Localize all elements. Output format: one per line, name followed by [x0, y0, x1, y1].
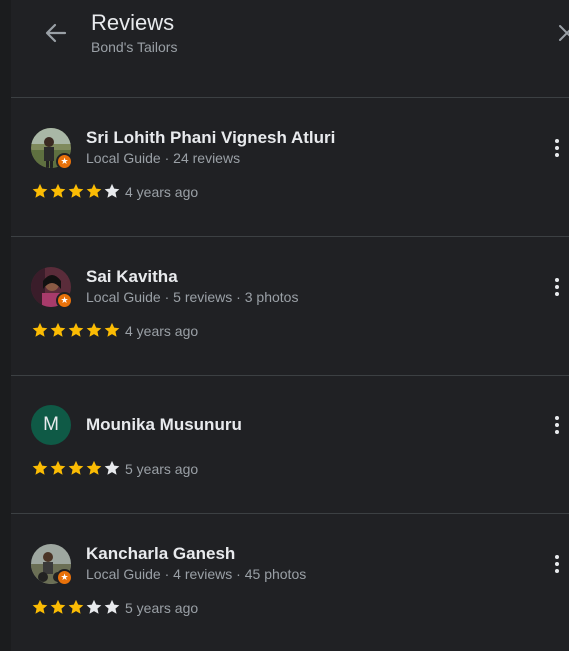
more-options-button[interactable]: [545, 413, 569, 437]
star-filled-icon: [86, 322, 102, 337]
more-options-button[interactable]: [545, 275, 569, 299]
star-filled-icon: [104, 322, 120, 337]
close-icon: [559, 25, 569, 41]
star-filled-icon: [68, 183, 84, 198]
avatar[interactable]: ★: [31, 544, 73, 586]
avatar[interactable]: ★: [31, 267, 73, 309]
review-time: 4 years ago: [125, 184, 199, 200]
page-title: Reviews: [91, 10, 175, 35]
star-empty-icon: [104, 183, 120, 198]
reviewer-meta: Local Guide · 24 reviews: [86, 150, 241, 166]
review-item: ★ Sai Kavitha Local Guide · 5 reviews · …: [11, 237, 569, 376]
review-time: 5 years ago: [125, 600, 199, 616]
star-filled-icon: [86, 183, 102, 198]
close-button[interactable]: [552, 18, 569, 48]
more-options-button[interactable]: [545, 136, 569, 160]
reviewer-name[interactable]: Sai Kavitha: [86, 267, 178, 287]
review-time: 4 years ago: [125, 323, 199, 339]
star-filled-icon: [50, 599, 66, 614]
reviewer-meta: Local Guide · 5 reviews · 3 photos: [86, 289, 299, 305]
avatar[interactable]: M: [31, 405, 71, 445]
star-filled-icon: [86, 460, 102, 475]
left-edge-strip: [0, 0, 11, 651]
local-guide-star-icon: ★: [56, 153, 73, 170]
arrow-left-icon: [45, 23, 67, 43]
star-filled-icon: [68, 599, 84, 614]
review-item: ★ Sri Lohith Phani Vignesh Atluri Local …: [11, 98, 569, 237]
back-button[interactable]: [41, 18, 71, 48]
star-empty-icon: [104, 599, 120, 614]
star-rating: [31, 459, 121, 477]
star-empty-icon: [86, 599, 102, 614]
review-item: M Mounika Musunuru 5 years ago: [11, 375, 569, 514]
reviewer-name[interactable]: Mounika Musunuru: [86, 415, 242, 435]
reviewer-meta: Local Guide · 4 reviews · 45 photos: [86, 566, 307, 582]
reviewer-name[interactable]: Kancharla Ganesh: [86, 544, 235, 564]
star-filled-icon: [32, 599, 48, 614]
star-filled-icon: [68, 322, 84, 337]
reviews-header: Reviews Bond's Tailors: [11, 0, 569, 98]
place-name: Bond's Tailors: [91, 39, 178, 55]
more-vert-icon: [555, 555, 559, 573]
reviews-panel: Reviews Bond's Tailors ★ Sri Lohith Phan…: [0, 0, 569, 651]
reviewer-name[interactable]: Sri Lohith Phani Vignesh Atluri: [86, 128, 335, 148]
star-filled-icon: [50, 322, 66, 337]
star-filled-icon: [50, 460, 66, 475]
more-vert-icon: [555, 139, 559, 157]
more-vert-icon: [555, 278, 559, 296]
star-rating: [31, 598, 121, 616]
more-options-button[interactable]: [545, 552, 569, 576]
star-filled-icon: [32, 460, 48, 475]
star-filled-icon: [32, 183, 48, 198]
local-guide-star-icon: ★: [56, 569, 73, 586]
star-rating: [31, 321, 121, 339]
star-filled-icon: [32, 322, 48, 337]
review-item: ★ Kancharla Ganesh Local Guide · 4 revie…: [11, 514, 569, 651]
star-rating: [31, 182, 121, 200]
star-filled-icon: [68, 460, 84, 475]
avatar[interactable]: ★: [31, 128, 73, 170]
star-filled-icon: [50, 183, 66, 198]
review-time: 5 years ago: [125, 461, 199, 477]
star-empty-icon: [104, 460, 120, 475]
local-guide-star-icon: ★: [56, 292, 73, 309]
more-vert-icon: [555, 416, 559, 434]
